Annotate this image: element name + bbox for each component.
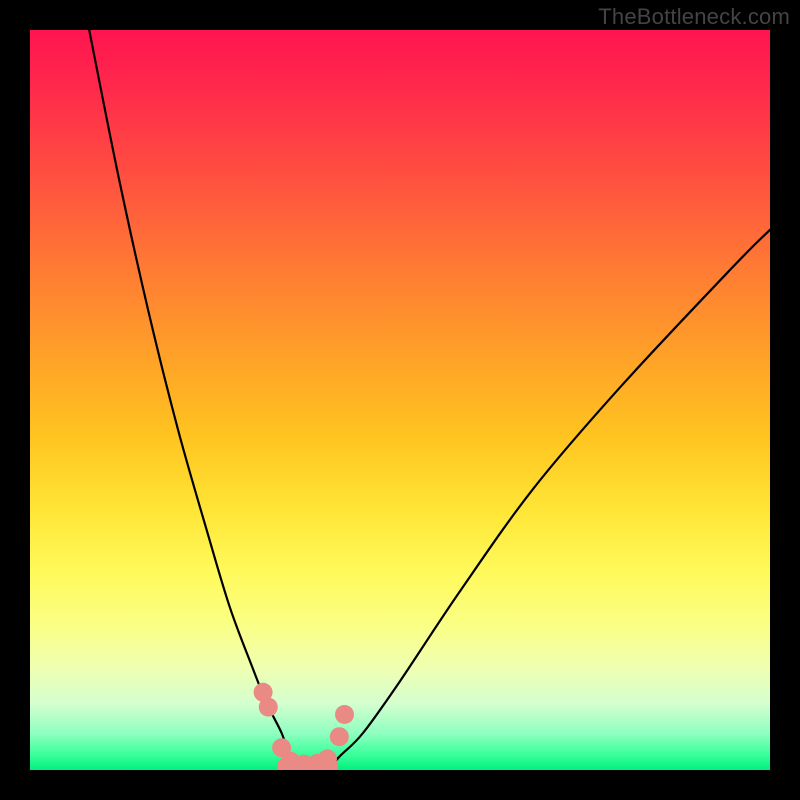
chart-svg [30,30,770,770]
plot-area [30,30,770,770]
watermark-text: TheBottleneck.com [598,4,790,30]
marker-dot [259,698,278,717]
marker-dot [330,727,349,746]
marker-dot [318,749,337,768]
marker-dot [335,705,354,724]
bottleneck-curve [89,30,770,770]
chart-frame: TheBottleneck.com [0,0,800,800]
